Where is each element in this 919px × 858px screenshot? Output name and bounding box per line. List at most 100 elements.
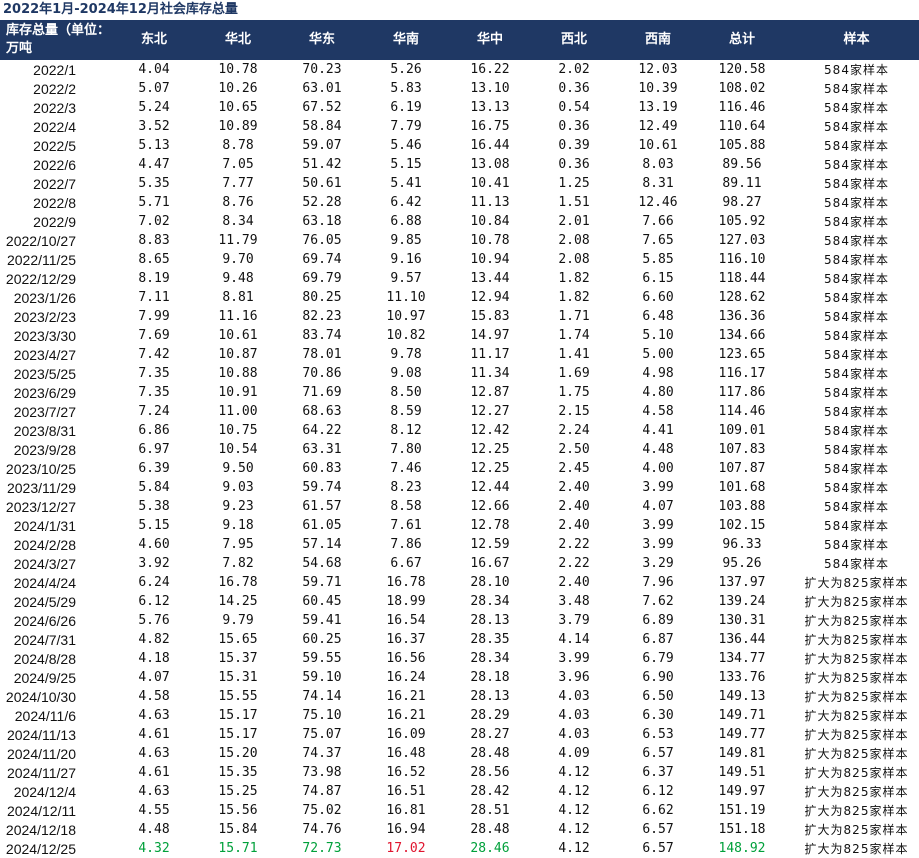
value-cell: 63.31 xyxy=(302,442,342,457)
value-cell: 8.65 xyxy=(138,252,170,267)
date-cell: 2022/2 xyxy=(33,80,76,97)
value-cell: 1.69 xyxy=(558,366,590,381)
header-cell-huabei: 华北 xyxy=(196,20,280,60)
value-cell: 8.83 xyxy=(138,233,170,248)
date-cell: 2024/12/25 xyxy=(5,840,76,857)
value-cell: 0.54 xyxy=(558,100,590,115)
value-cell: 70.23 xyxy=(302,62,342,77)
value-cell: 4.60 xyxy=(138,537,170,552)
value-cell: 149.97 xyxy=(718,784,766,799)
value-cell: 6.48 xyxy=(642,309,674,324)
value-cell: 107.87 xyxy=(718,461,766,476)
value-cell: 16.44 xyxy=(470,138,510,153)
value-cell: 2.40 xyxy=(558,480,590,495)
value-cell: 16.67 xyxy=(470,556,510,571)
value-cell: 5.15 xyxy=(138,518,170,533)
value-cell: 76.05 xyxy=(302,233,342,248)
value-cell: 2.15 xyxy=(558,404,590,419)
sample-cell: 584家样本 xyxy=(824,101,889,115)
value-cell: 16.54 xyxy=(386,613,426,628)
value-cell: 4.12 xyxy=(558,765,590,780)
date-cell: 2022/3 xyxy=(33,99,76,116)
value-cell: 118.44 xyxy=(718,271,766,286)
date-cell: 2023/1/26 xyxy=(13,289,76,306)
sample-cell: 584家样本 xyxy=(824,386,889,400)
value-cell: 7.35 xyxy=(138,385,170,400)
value-cell: 2.22 xyxy=(558,537,590,552)
sample-cell: 584家样本 xyxy=(824,443,889,457)
value-cell: 28.51 xyxy=(470,803,510,818)
value-cell: 28.35 xyxy=(470,632,510,647)
value-cell: 12.42 xyxy=(470,423,510,438)
table-row: 2022/6 4.47 7.05 51.42 5.15 13.08 0.36 8.03 89.5… xyxy=(0,155,919,174)
value-cell: 72.73 xyxy=(302,841,342,856)
value-cell: 14.25 xyxy=(218,594,258,609)
value-cell: 12.25 xyxy=(470,461,510,476)
value-cell: 7.11 xyxy=(138,290,170,305)
sample-cell: 584家样本 xyxy=(824,462,889,476)
value-cell: 12.94 xyxy=(470,290,510,305)
value-cell: 9.18 xyxy=(222,518,254,533)
table-row: 2024/9/25 4.07 15.31 59.10 16.24 28.18 3.96 6.9… xyxy=(0,668,919,687)
value-cell: 130.31 xyxy=(718,613,766,628)
table-row: 2022/3 5.24 10.65 67.52 6.19 13.13 0.54 13.19 11… xyxy=(0,98,919,117)
value-cell: 15.84 xyxy=(218,822,258,837)
value-cell: 59.07 xyxy=(302,138,342,153)
value-cell: 5.26 xyxy=(390,62,422,77)
value-cell: 7.65 xyxy=(642,233,674,248)
value-cell: 2.01 xyxy=(558,214,590,229)
sample-cell: 扩大为825家样本 xyxy=(804,823,909,837)
date-cell: 2024/3/27 xyxy=(13,555,76,572)
value-cell: 4.58 xyxy=(138,689,170,704)
value-cell: 10.65 xyxy=(218,100,258,115)
value-cell: 58.84 xyxy=(302,119,342,134)
value-cell: 5.07 xyxy=(138,81,170,96)
value-cell: 1.75 xyxy=(558,385,590,400)
sample-cell: 扩大为825家样本 xyxy=(804,576,909,590)
value-cell: 9.23 xyxy=(222,499,254,514)
value-cell: 13.10 xyxy=(470,81,510,96)
value-cell: 7.95 xyxy=(222,537,254,552)
value-cell: 8.34 xyxy=(222,214,254,229)
value-cell: 10.26 xyxy=(218,81,258,96)
value-cell: 59.55 xyxy=(302,651,342,666)
value-cell: 3.99 xyxy=(558,651,590,666)
value-cell: 8.78 xyxy=(222,138,254,153)
table-row: 2022/10/27 8.83 11.79 76.05 9.85 10.78 2.08 7.6… xyxy=(0,231,919,250)
sample-cell: 584家样本 xyxy=(824,63,889,77)
value-cell: 10.97 xyxy=(386,309,426,324)
date-cell: 2022/1 xyxy=(33,61,76,78)
table-row: 2023/12/27 5.38 9.23 61.57 8.58 12.66 2.40 4.07… xyxy=(0,497,919,516)
sample-cell: 扩大为825家样本 xyxy=(804,842,909,856)
value-cell: 5.35 xyxy=(138,176,170,191)
date-cell: 2023/2/23 xyxy=(13,308,76,325)
value-cell: 7.69 xyxy=(138,328,170,343)
date-cell: 2022/12/29 xyxy=(5,270,76,287)
value-cell: 12.44 xyxy=(470,480,510,495)
value-cell: 2.45 xyxy=(558,461,590,476)
value-cell: 16.22 xyxy=(470,62,510,77)
value-cell: 6.39 xyxy=(138,461,170,476)
value-cell: 6.67 xyxy=(390,556,422,571)
value-cell: 15.25 xyxy=(218,784,258,799)
value-cell: 16.37 xyxy=(386,632,426,647)
value-cell: 4.63 xyxy=(138,784,170,799)
value-cell: 10.84 xyxy=(470,214,510,229)
value-cell: 59.41 xyxy=(302,613,342,628)
value-cell: 12.66 xyxy=(470,499,510,514)
value-cell: 107.83 xyxy=(718,442,766,457)
table-row: 2022/5 5.13 8.78 59.07 5.46 16.44 0.39 10.61 105… xyxy=(0,136,919,155)
sample-cell: 584家样本 xyxy=(824,500,889,514)
value-cell: 15.17 xyxy=(218,727,258,742)
value-cell: 4.58 xyxy=(642,404,674,419)
header-cell-huazhong: 华中 xyxy=(448,20,532,60)
value-cell: 18.99 xyxy=(386,594,426,609)
sample-cell: 扩大为825家样本 xyxy=(804,671,909,685)
value-cell: 149.51 xyxy=(718,765,766,780)
value-cell: 74.14 xyxy=(302,689,342,704)
value-cell: 5.41 xyxy=(390,176,422,191)
table-row: 2022/7 5.35 7.77 50.61 5.41 10.41 1.25 8.31 89.1… xyxy=(0,174,919,193)
sample-cell: 584家样本 xyxy=(824,405,889,419)
value-cell: 89.56 xyxy=(722,157,762,172)
value-cell: 96.33 xyxy=(722,537,762,552)
